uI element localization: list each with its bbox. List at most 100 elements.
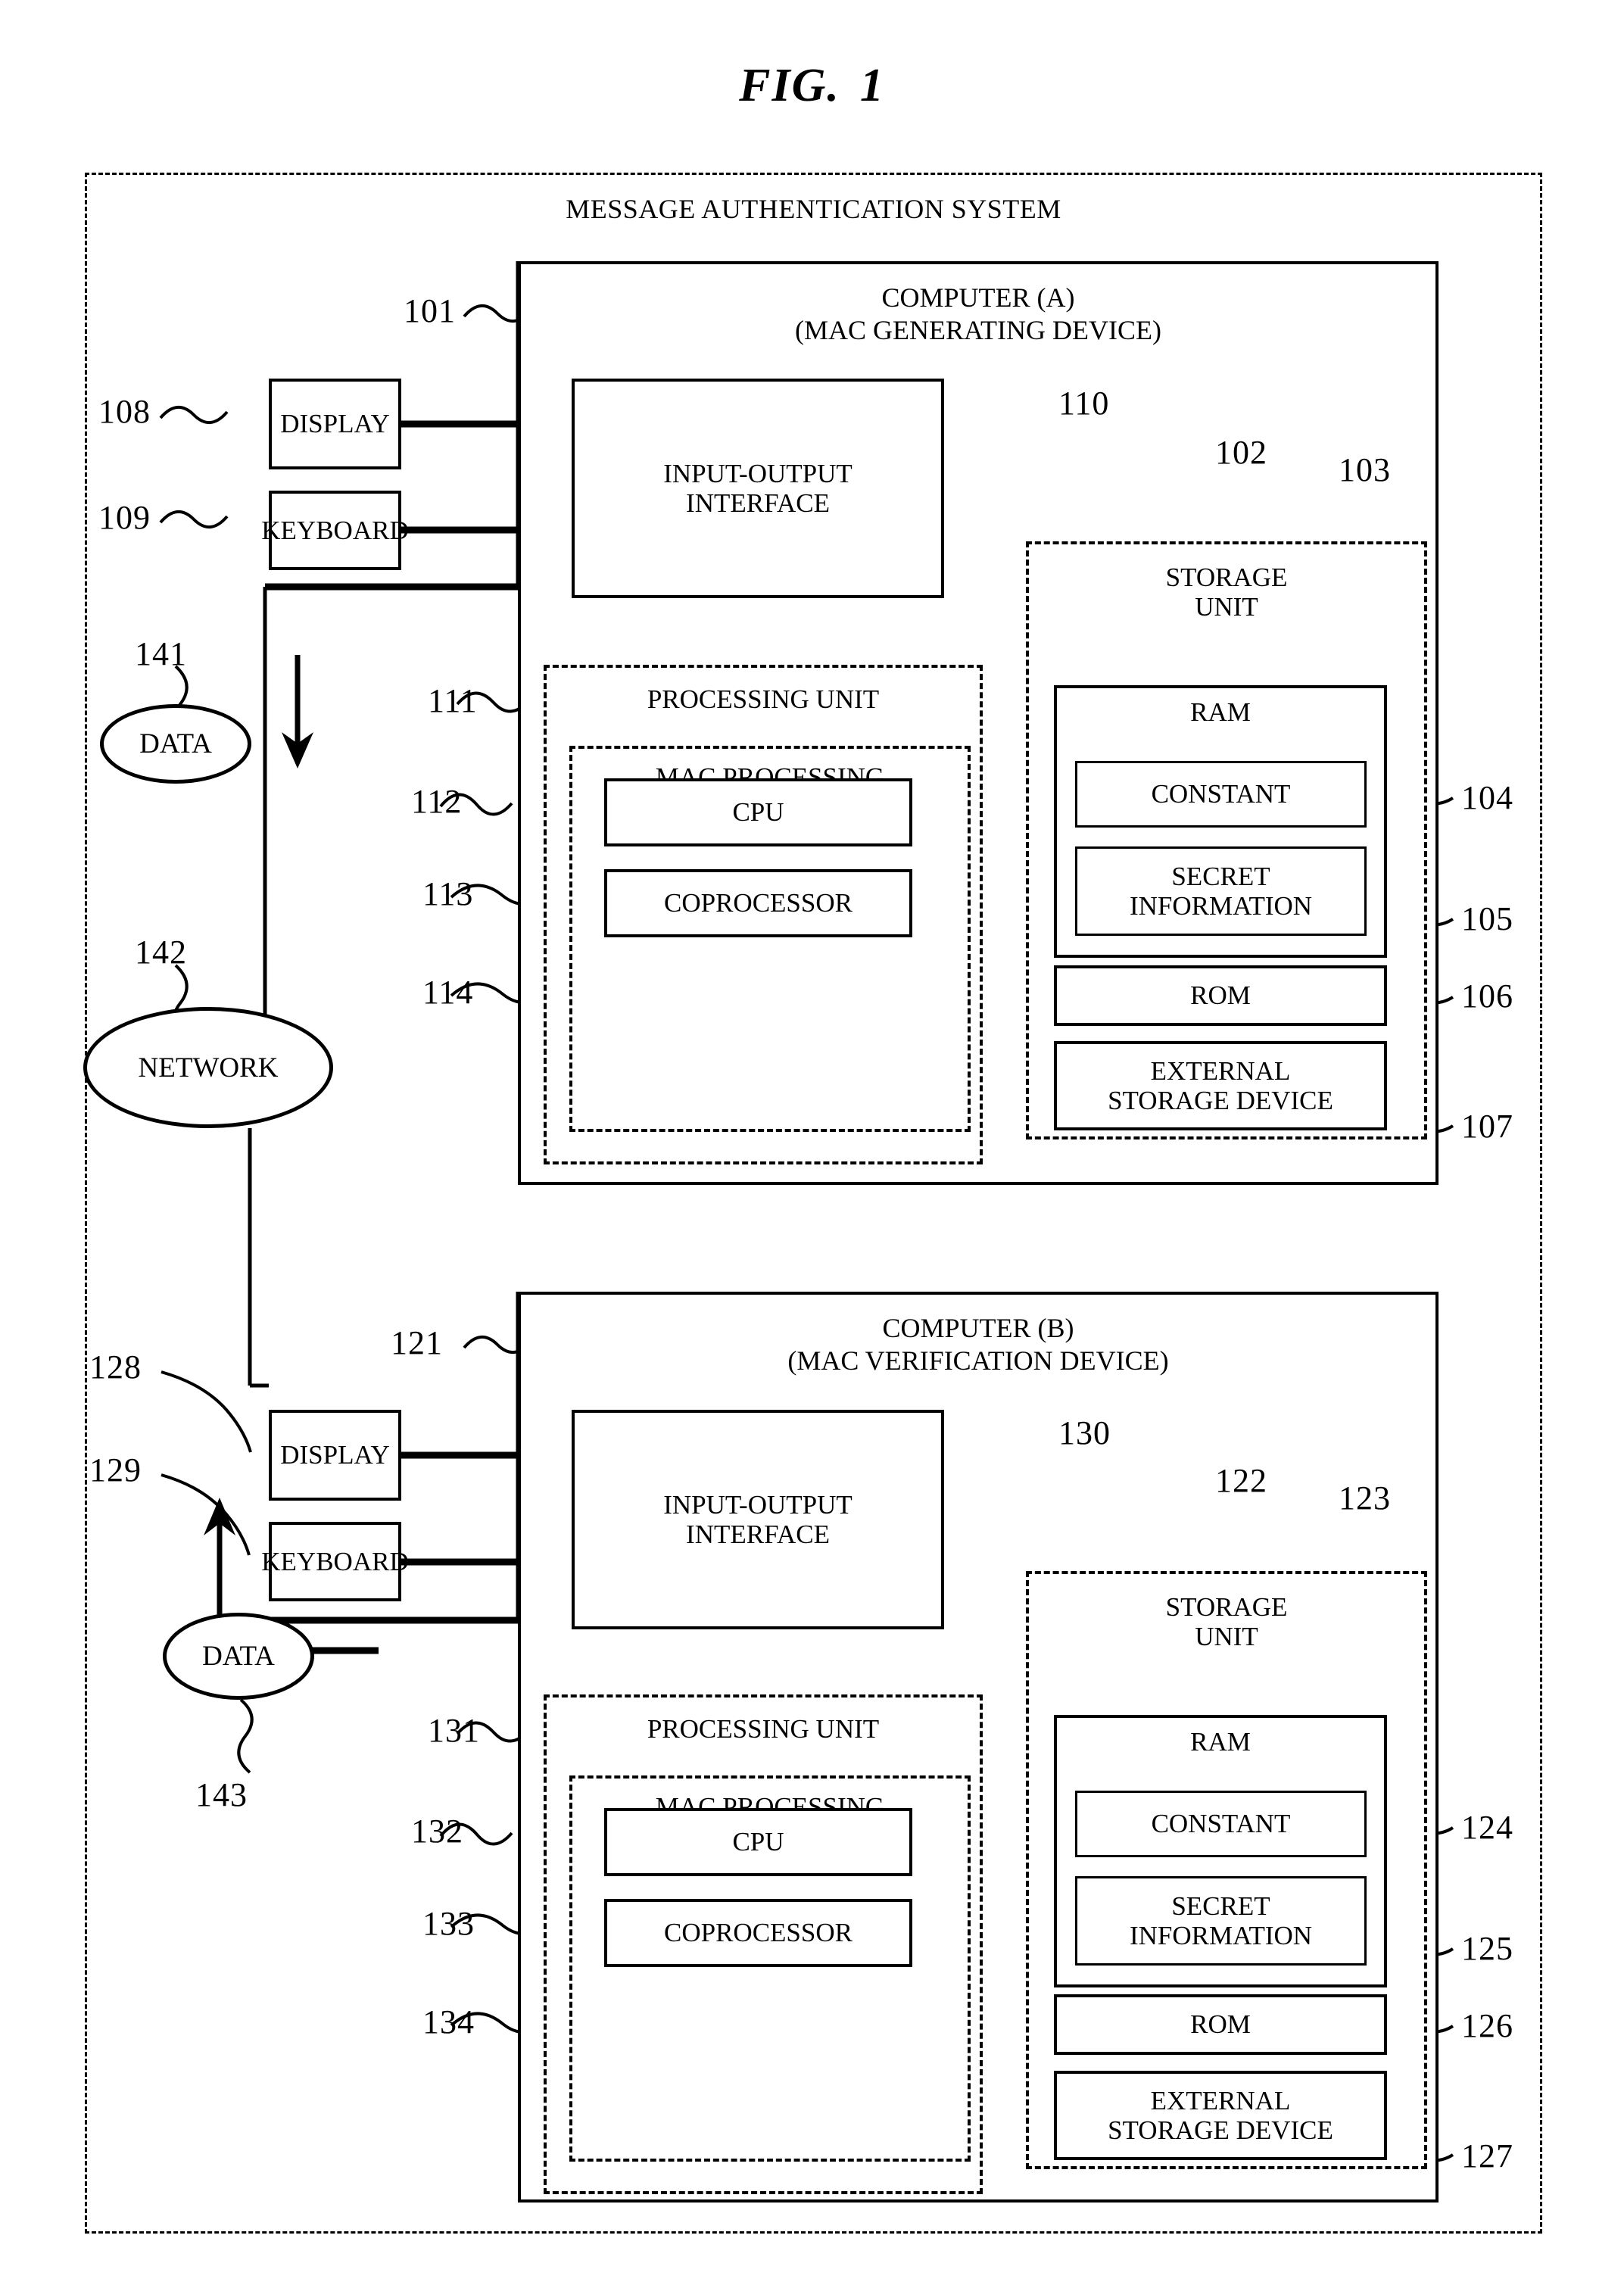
- constant-label-a: CONSTANT: [1151, 779, 1291, 809]
- ref-109: 109: [98, 499, 151, 536]
- coprocessor-label-a: COPROCESSOR: [664, 888, 853, 918]
- computer-b-title: COMPUTER (B) (MAC VERIFICATION DEVICE): [518, 1312, 1439, 1377]
- io-interface-line1-a: INPUT-OUTPUT: [663, 458, 853, 488]
- ref-141: 141: [135, 635, 187, 672]
- ref-132: 132: [411, 1813, 463, 1850]
- ref-104: 104: [1461, 779, 1513, 816]
- ref-130: 130: [1058, 1414, 1111, 1451]
- external-storage-box-b: EXTERNAL STORAGE DEVICE: [1054, 2071, 1387, 2160]
- keyboard-box-b: KEYBOARD: [261, 1522, 409, 1601]
- ref-101: 101: [404, 292, 456, 329]
- io-interface-box-b: INPUT-OUTPUT INTERFACE: [572, 1410, 944, 1629]
- secret-information-box-b: SECRET INFORMATION: [1075, 1876, 1367, 1966]
- ref-143: 143: [195, 1776, 248, 1813]
- external-storage-line1-a: EXTERNAL: [1150, 1055, 1291, 1086]
- ref-111: 111: [428, 682, 478, 719]
- secret-information-line1-a: SECRET: [1171, 861, 1270, 891]
- system-title: MESSAGE AUTHENTICATION SYSTEM: [566, 194, 1061, 224]
- ref-107: 107: [1461, 1108, 1513, 1145]
- keyboard-box-a: KEYBOARD: [261, 491, 409, 570]
- data-out-ellipse: DATA: [163, 1613, 314, 1700]
- computer-b-title-line1: COMPUTER (B): [882, 1313, 1074, 1343]
- network-ellipse: NETWORK: [83, 1007, 333, 1128]
- coprocessor-box-b: COPROCESSOR: [604, 1899, 912, 1967]
- ref-126: 126: [1461, 2007, 1513, 2044]
- ref-108: 108: [98, 393, 151, 430]
- data-out-label: DATA: [202, 1641, 275, 1672]
- io-interface-line2-b: INTERFACE: [686, 1520, 830, 1549]
- display-label-b: DISPLAY: [280, 1440, 390, 1470]
- ref-125: 125: [1461, 1930, 1513, 1967]
- rom-box-a: ROM: [1054, 965, 1387, 1026]
- ref-127: 127: [1461, 2137, 1513, 2174]
- cpu-label-a: CPU: [732, 797, 784, 828]
- storage-unit-label-b: STORAGE UNIT: [1029, 1592, 1424, 1651]
- keyboard-label-b: KEYBOARD: [261, 1546, 409, 1576]
- ref-133: 133: [422, 1905, 475, 1942]
- computer-a-title-line2: (MAC GENERATING DEVICE): [795, 315, 1161, 346]
- storage-unit-label-a: STORAGE UNIT: [1029, 563, 1424, 622]
- ref-102: 102: [1215, 434, 1267, 471]
- ref-128: 128: [89, 1348, 142, 1386]
- external-storage-line2-a: STORAGE DEVICE: [1108, 1086, 1333, 1115]
- secret-information-box-a: SECRET INFORMATION: [1075, 846, 1367, 936]
- ref-124: 124: [1461, 1809, 1513, 1846]
- constant-label-b: CONSTANT: [1151, 1809, 1291, 1839]
- coprocessor-label-b: COPROCESSOR: [664, 1918, 853, 1948]
- display-box-a: DISPLAY: [269, 379, 401, 469]
- storage-unit-line2-b: UNIT: [1195, 1622, 1258, 1652]
- computer-a-title-line1: COMPUTER (A): [881, 282, 1075, 313]
- io-interface-box-a: INPUT-OUTPUT INTERFACE: [572, 379, 944, 598]
- ref-113: 113: [422, 875, 474, 912]
- ref-106: 106: [1461, 977, 1513, 1015]
- rom-label-a: ROM: [1190, 980, 1251, 1011]
- external-storage-box-a: EXTERNAL STORAGE DEVICE: [1054, 1041, 1387, 1130]
- ref-131: 131: [428, 1712, 480, 1749]
- processing-unit-label-a: PROCESSING UNIT: [647, 684, 880, 714]
- coprocessor-box-a: COPROCESSOR: [604, 869, 912, 937]
- ref-103: 103: [1339, 451, 1391, 488]
- ref-110: 110: [1058, 385, 1110, 422]
- ref-142: 142: [135, 934, 187, 971]
- figure-title-number: 1: [859, 60, 885, 111]
- cpu-box-a: CPU: [604, 778, 912, 846]
- constant-box-b: CONSTANT: [1075, 1791, 1367, 1857]
- storage-unit-line2-a: UNIT: [1195, 592, 1258, 622]
- ref-105: 105: [1461, 900, 1513, 937]
- ref-112: 112: [411, 783, 463, 820]
- rom-label-b: ROM: [1190, 2009, 1251, 2040]
- figure-title-prefix: FIG.: [739, 60, 840, 111]
- secret-information-line2-b: INFORMATION: [1129, 1921, 1313, 1950]
- cpu-label-b: CPU: [732, 1827, 784, 1857]
- storage-unit-line1-a: STORAGE: [1165, 563, 1288, 592]
- data-in-ellipse: DATA: [100, 704, 251, 784]
- ram-label-a: RAM: [1190, 697, 1251, 727]
- ref-121: 121: [391, 1324, 443, 1361]
- display-label-a: DISPLAY: [280, 409, 390, 439]
- ram-label-b: RAM: [1190, 1727, 1251, 1757]
- external-storage-line1-b: EXTERNAL: [1150, 2085, 1291, 2115]
- ref-122: 122: [1215, 1462, 1267, 1499]
- ref-114: 114: [422, 974, 474, 1011]
- keyboard-label-a: KEYBOARD: [261, 515, 409, 545]
- figure-title: FIG. 1: [0, 59, 1624, 113]
- cpu-box-b: CPU: [604, 1808, 912, 1876]
- computer-b-title-line2: (MAC VERIFICATION DEVICE): [787, 1345, 1169, 1376]
- ref-134: 134: [422, 2003, 475, 2040]
- external-storage-line2-b: STORAGE DEVICE: [1108, 2115, 1333, 2145]
- network-label: NETWORK: [138, 1052, 279, 1083]
- display-box-b: DISPLAY: [269, 1410, 401, 1501]
- secret-information-line1-b: SECRET: [1171, 1891, 1270, 1921]
- computer-a-title: COMPUTER (A) (MAC GENERATING DEVICE): [518, 282, 1439, 347]
- storage-unit-line1-b: STORAGE: [1165, 1592, 1288, 1622]
- processing-unit-label-b: PROCESSING UNIT: [647, 1714, 880, 1744]
- constant-box-a: CONSTANT: [1075, 761, 1367, 828]
- io-interface-line1-b: INPUT-OUTPUT: [663, 1489, 853, 1520]
- rom-box-b: ROM: [1054, 1994, 1387, 2055]
- ref-123: 123: [1339, 1479, 1391, 1517]
- io-interface-line2-a: INTERFACE: [686, 488, 830, 518]
- secret-information-line2-a: INFORMATION: [1129, 891, 1313, 921]
- ref-129: 129: [89, 1451, 142, 1489]
- patent-figure-canvas: FIG. 1 MESSAGE AUTHENTICATION SYSTEM COM…: [0, 0, 1624, 2282]
- data-in-label: DATA: [139, 728, 212, 759]
